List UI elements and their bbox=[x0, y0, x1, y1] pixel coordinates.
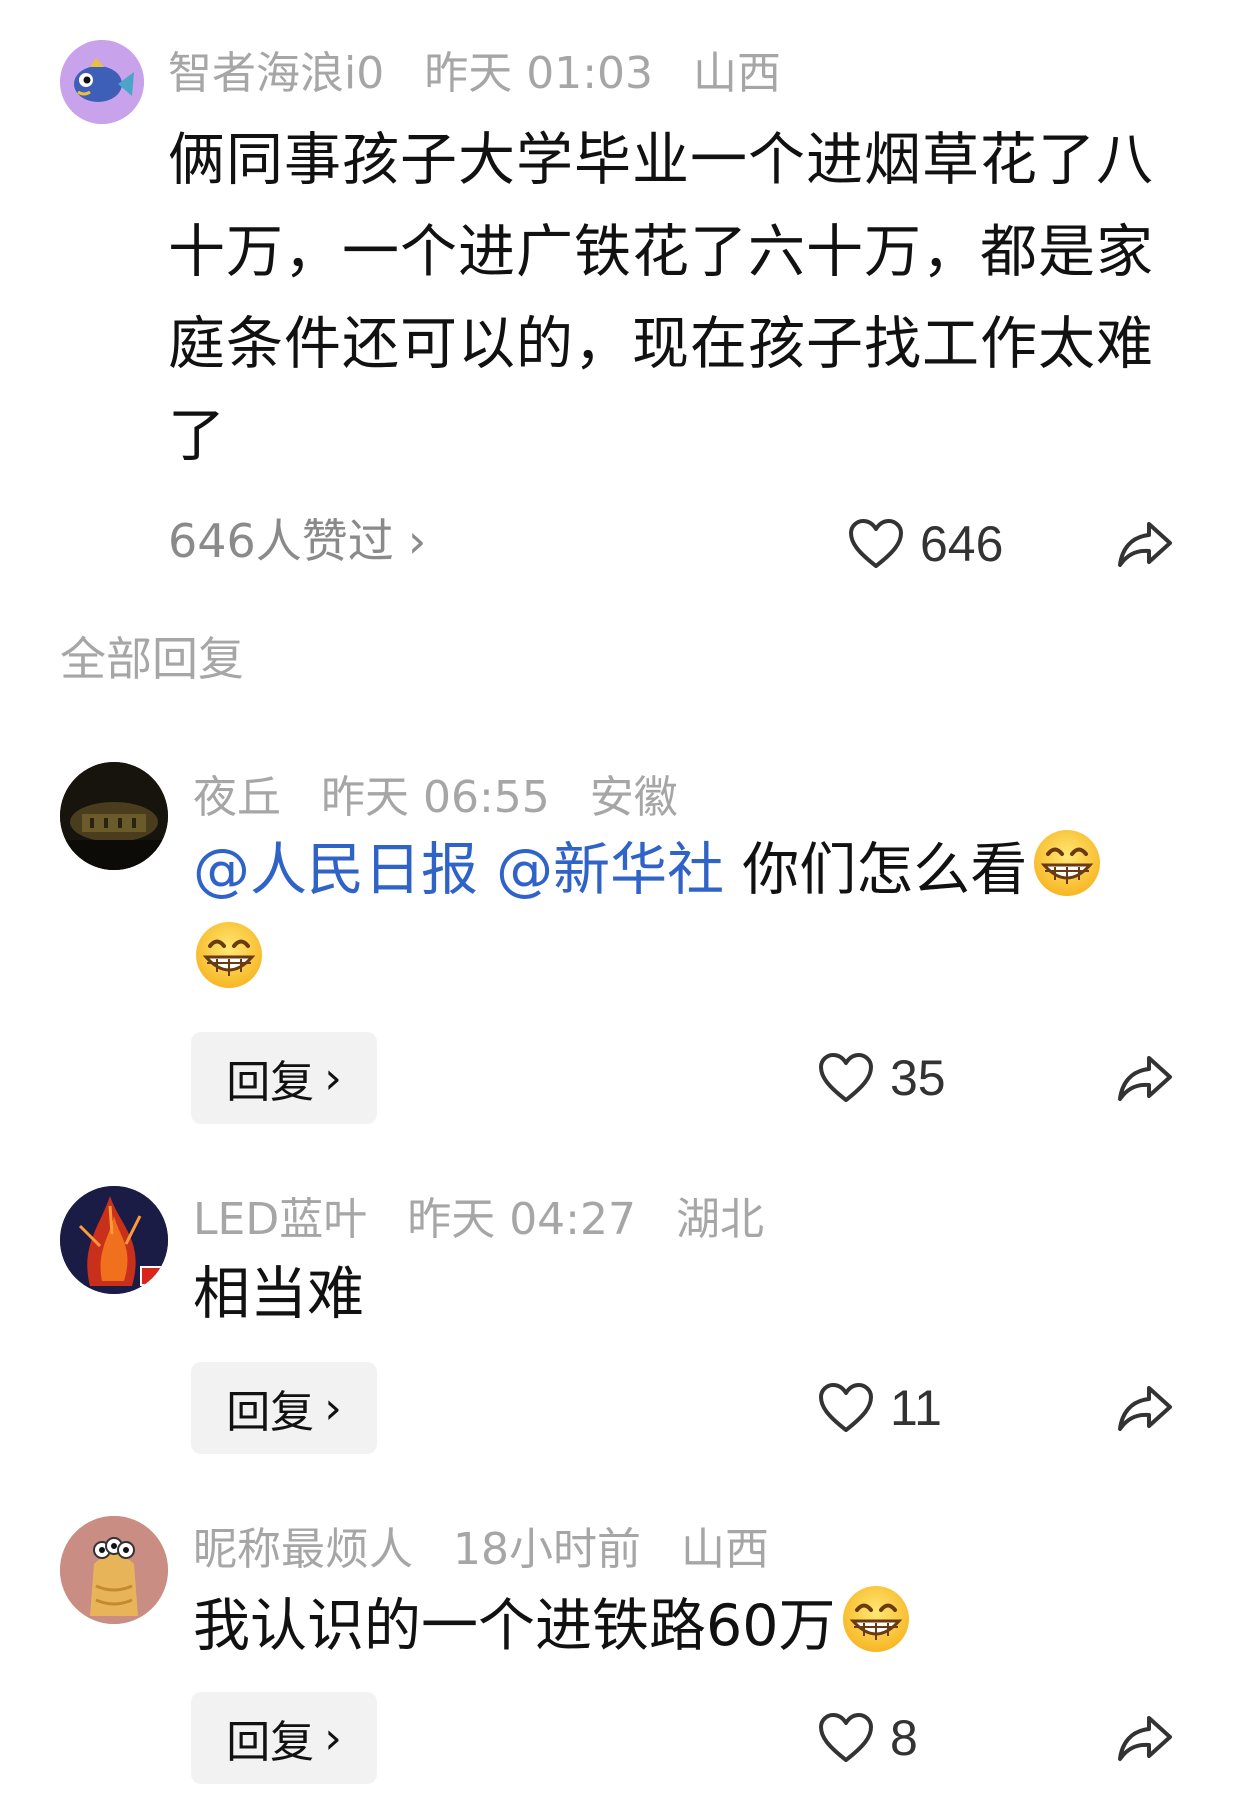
chevron-right-icon: › bbox=[324, 1712, 342, 1764]
share-arrow-icon bbox=[1116, 1052, 1174, 1104]
comment-like-count: 35 bbox=[890, 1050, 946, 1106]
heart-outline-icon bbox=[848, 518, 904, 570]
reply-button[interactable]: 回复 › bbox=[191, 1362, 377, 1454]
chevron-right-icon: › bbox=[324, 1382, 342, 1434]
post-avatar[interactable] bbox=[60, 40, 144, 124]
comment-location: 安徽 bbox=[589, 772, 678, 823]
grinning-emoji-icon bbox=[193, 919, 265, 991]
share-arrow-icon bbox=[1116, 1382, 1174, 1434]
likes-list-link[interactable]: 646人赞过 › bbox=[168, 518, 426, 564]
post-text: 俩同事孩子大学毕业一个进烟草花了八十万，一个进广铁花了六十万，都是家庭条件还可以… bbox=[168, 127, 1154, 469]
post-location: 山西 bbox=[693, 48, 782, 99]
cartoon-creature-avatar-icon bbox=[60, 1516, 168, 1624]
post-share-button[interactable] bbox=[1116, 518, 1174, 570]
post-username[interactable]: 智者海浪i0 bbox=[168, 48, 384, 99]
comment-username[interactable]: LED蓝叶 bbox=[193, 1194, 367, 1245]
comment-meta: 昵称最烦人 18小时前 山西 bbox=[193, 1528, 795, 1572]
post-like-button[interactable]: 646 bbox=[848, 514, 1003, 574]
heart-outline-icon bbox=[818, 1382, 874, 1434]
comment-like-count: 8 bbox=[890, 1710, 918, 1766]
comment-like-count: 11 bbox=[890, 1380, 942, 1436]
post-like-count: 646 bbox=[920, 516, 1004, 572]
comment-text: 你们怎么看 bbox=[742, 837, 1028, 903]
share-arrow-icon bbox=[1116, 1712, 1174, 1764]
comment-like-button[interactable]: 11 bbox=[818, 1378, 942, 1438]
comment-location: 湖北 bbox=[676, 1194, 764, 1245]
comment-share-button[interactable] bbox=[1116, 1712, 1174, 1764]
fish-avatar-icon bbox=[60, 40, 144, 124]
comment-location: 山西 bbox=[681, 1524, 769, 1575]
chevron-right-icon: › bbox=[407, 514, 427, 568]
comment-text-block: 我认识的一个进铁路60万 bbox=[193, 1580, 912, 1672]
mention-link[interactable]: @人民日报 bbox=[193, 837, 478, 903]
comment-username[interactable]: 夜丘 bbox=[193, 772, 281, 823]
mention-link[interactable]: @新华社 bbox=[496, 837, 724, 903]
comment-text-block: @人民日报 @新华社 你们怎么看 bbox=[193, 824, 1103, 916]
comment-username[interactable]: 昵称最烦人 bbox=[193, 1524, 413, 1575]
chevron-right-icon: › bbox=[324, 1052, 342, 1104]
comment-time: 昨天 04:27 bbox=[407, 1194, 636, 1245]
reply-button-label: 回复 bbox=[226, 1057, 315, 1108]
comment-avatar[interactable] bbox=[60, 1186, 168, 1294]
comment-text: 我认识的一个进铁路60万 bbox=[193, 1593, 836, 1659]
night-building-avatar-icon bbox=[60, 762, 168, 870]
grinning-emoji-icon bbox=[840, 1583, 912, 1655]
comment-meta: LED蓝叶 昨天 04:27 湖北 bbox=[193, 1198, 790, 1242]
likes-list-label: 646人赞过 bbox=[168, 514, 394, 568]
heart-outline-icon bbox=[818, 1052, 874, 1104]
comment-like-button[interactable]: 35 bbox=[818, 1048, 946, 1108]
post-meta: 智者海浪i0 昨天 01:03 山西 bbox=[168, 52, 807, 96]
comment-share-button[interactable] bbox=[1116, 1382, 1174, 1434]
share-arrow-icon bbox=[1116, 518, 1174, 570]
reply-button-label: 回复 bbox=[226, 1387, 315, 1438]
comment-meta: 夜丘 昨天 06:55 安徽 bbox=[193, 776, 704, 820]
comment-time: 昨天 06:55 bbox=[321, 772, 550, 823]
grinning-emoji-icon bbox=[1031, 827, 1103, 899]
reply-button[interactable]: 回复 › bbox=[191, 1692, 377, 1784]
post-time: 昨天 01:03 bbox=[424, 48, 654, 99]
heart-outline-icon bbox=[818, 1712, 874, 1764]
flame-figure-avatar-icon bbox=[60, 1186, 168, 1294]
reply-button[interactable]: 回复 › bbox=[191, 1032, 377, 1124]
comment-share-button[interactable] bbox=[1116, 1052, 1174, 1104]
comment-time: 18小时前 bbox=[453, 1524, 641, 1575]
section-title: 全部回复 bbox=[60, 632, 244, 686]
comment-avatar[interactable] bbox=[60, 1516, 168, 1624]
comment-text: 相当难 bbox=[193, 1261, 364, 1327]
comment-avatar[interactable] bbox=[60, 762, 168, 870]
reply-button-label: 回复 bbox=[226, 1717, 315, 1768]
comment-like-button[interactable]: 8 bbox=[818, 1708, 918, 1768]
comment-text-line2 bbox=[193, 916, 265, 1008]
